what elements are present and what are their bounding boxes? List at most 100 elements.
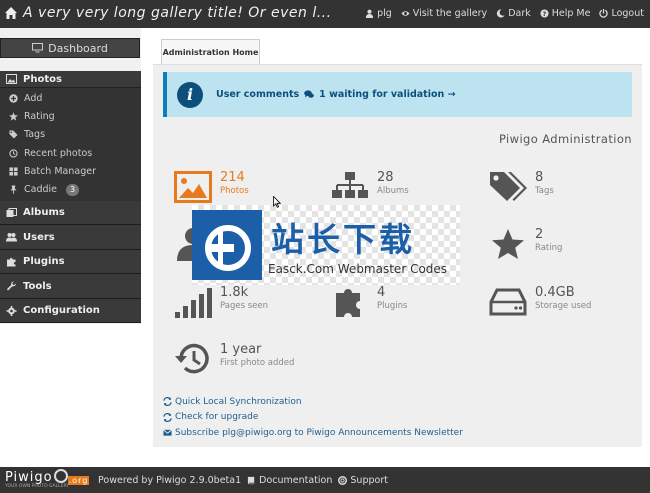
user-link[interactable]: plg xyxy=(365,8,392,19)
logout-label: Logout xyxy=(611,8,644,19)
info-notification: i User comments 1 waiting for validation… xyxy=(163,72,632,117)
envelope-icon xyxy=(163,429,172,436)
documentation-link[interactable]: Documentation xyxy=(247,475,332,486)
sidebar-item-recent-photos[interactable]: Recent photos xyxy=(0,144,141,162)
dark-link[interactable]: Dark xyxy=(496,8,531,19)
plugins-label: Plugins xyxy=(23,256,65,268)
add-label: Add xyxy=(24,92,43,104)
sidebar-item-add[interactable]: Add xyxy=(0,89,141,107)
caddie-label: Caddie xyxy=(24,184,57,196)
home-icon[interactable] xyxy=(4,6,18,20)
top-bar: A very very long gallery title! Or even … xyxy=(0,0,650,28)
admin-menu: Photos Add Rating Tags Recent photos Bat… xyxy=(0,71,141,324)
quick-actions: Quick Local Synchronization Check for up… xyxy=(163,394,463,441)
stat-photos-value: 214 xyxy=(220,170,245,185)
plus-circle-icon xyxy=(9,93,18,103)
gear-icon xyxy=(6,305,17,316)
stat-storage[interactable]: 0.4GB Storage used xyxy=(489,285,591,319)
top-links: plg Visit the gallery Dark ? Help Me Logo… xyxy=(365,8,644,19)
tab-administration-home[interactable]: Administration Home xyxy=(161,39,260,64)
users-label: Users xyxy=(23,231,55,243)
stat-tags[interactable]: 8 Tags xyxy=(489,170,554,204)
stat-storage-value: 0.4GB xyxy=(535,285,575,300)
visit-gallery-label: Visit the gallery xyxy=(412,8,488,19)
logout-link[interactable]: Logout xyxy=(599,8,644,19)
star-icon xyxy=(9,112,18,121)
stat-photos-label: Photos xyxy=(220,186,249,196)
stat-first-photo-value: 1 year xyxy=(220,342,262,357)
albums-tree-icon xyxy=(331,170,369,204)
mouse-cursor-icon xyxy=(273,196,281,208)
comments-pending-link[interactable]: User comments 1 waiting for validation → xyxy=(216,89,456,100)
logout-icon xyxy=(599,9,609,18)
wrench-icon xyxy=(7,281,17,291)
check-upgrade-link[interactable]: Check for upgrade xyxy=(163,410,463,426)
batch-icon xyxy=(9,167,18,176)
watermark-cn-text: 站长下载 xyxy=(271,220,415,259)
stat-plugins[interactable]: 4 Plugins xyxy=(331,285,407,319)
dashboard-button[interactable]: Dashboard xyxy=(0,38,140,58)
signal-icon xyxy=(174,285,212,319)
sync-icon xyxy=(163,397,172,407)
check-upgrade-label: Check for upgrade xyxy=(175,412,259,423)
stat-rating-value: 2 xyxy=(535,227,544,242)
lifebuoy-icon xyxy=(338,476,348,485)
piwigo-logo[interactable]: Piwigo .org YOUR OWN PHOTO GALLERY xyxy=(5,469,90,489)
menu-section-albums[interactable]: Albums xyxy=(0,200,141,226)
stat-rating-label: Rating xyxy=(535,243,563,253)
dark-label: Dark xyxy=(508,8,531,19)
sidebar-item-tags[interactable]: Tags xyxy=(0,126,141,144)
subscribe-label: Subscribe plg@piwigo.org to Piwigo Annou… xyxy=(175,427,463,438)
sync-icon xyxy=(163,412,172,422)
stat-tags-label: Tags xyxy=(535,186,554,196)
visit-gallery-link[interactable]: Visit the gallery xyxy=(401,8,487,19)
help-icon: ? xyxy=(540,9,549,18)
puzzle-icon xyxy=(7,257,16,267)
watermark-logo xyxy=(192,210,262,280)
tools-label: Tools xyxy=(23,280,52,292)
info-message: 1 waiting for validation → xyxy=(319,89,456,100)
quick-sync-link[interactable]: Quick Local Synchronization xyxy=(163,394,463,410)
info-prefix: User comments xyxy=(216,89,300,100)
stat-pages-value: 1.8k xyxy=(220,285,249,300)
gallery-title[interactable]: A very very long gallery title! Or even … xyxy=(23,5,332,21)
stat-photos[interactable]: 214 Photos xyxy=(174,170,249,204)
stat-plugins-label: Plugins xyxy=(377,301,408,311)
footer: Piwigo .org YOUR OWN PHOTO GALLERY Powere… xyxy=(0,467,650,493)
sidebar-item-batch-manager[interactable]: Batch Manager xyxy=(0,162,141,180)
menu-section-plugins[interactable]: Plugins xyxy=(0,249,141,275)
support-link[interactable]: Support xyxy=(338,475,388,486)
stat-albums[interactable]: 28 Albums xyxy=(331,170,409,204)
stat-tags-value: 8 xyxy=(535,170,544,185)
stat-first-photo[interactable]: 1 year First photo added xyxy=(174,342,294,376)
stat-rating[interactable]: 2 Rating xyxy=(489,227,562,261)
footer-links: Powered by Piwigo 2.9.0beta1 Documentati… xyxy=(98,475,388,486)
info-icon: i xyxy=(177,81,203,108)
subscribe-newsletter-link[interactable]: Subscribe plg@piwigo.org to Piwigo Annou… xyxy=(163,425,463,441)
caddie-count-badge: 3 xyxy=(66,183,80,196)
quick-sync-label: Quick Local Synchronization xyxy=(175,396,302,407)
menu-section-configuration[interactable]: Configuration xyxy=(0,298,141,324)
comments-icon xyxy=(304,90,314,98)
stat-storage-label: Storage used xyxy=(535,301,592,311)
tags-large-icon xyxy=(489,170,527,204)
pin-icon xyxy=(10,185,17,194)
help-link[interactable]: ? Help Me xyxy=(540,8,590,19)
sidebar-item-caddie[interactable]: Caddie 3 xyxy=(0,180,141,198)
menu-section-photos[interactable]: Photos xyxy=(0,71,141,88)
batch-manager-label: Batch Manager xyxy=(24,165,96,177)
powered-by-link[interactable]: Powered by Piwigo 2.9.0beta1 xyxy=(98,475,241,486)
powered-by-label: Powered by Piwigo 2.9.0beta1 xyxy=(98,475,242,486)
rating-label: Rating xyxy=(24,110,55,122)
svg-text:?: ? xyxy=(542,11,546,18)
stat-albums-value: 28 xyxy=(377,170,394,185)
tags-label: Tags xyxy=(24,129,46,141)
menu-section-users[interactable]: Users xyxy=(0,225,141,250)
support-label: Support xyxy=(350,475,388,486)
stat-pages-seen[interactable]: 1.8k Pages seen xyxy=(174,285,268,319)
dashboard-label: Dashboard xyxy=(48,41,108,55)
menu-section-tools[interactable]: Tools xyxy=(0,274,141,299)
image-icon xyxy=(6,74,17,84)
sidebar-item-rating[interactable]: Rating xyxy=(0,107,141,125)
stat-plugins-value: 4 xyxy=(377,285,386,300)
